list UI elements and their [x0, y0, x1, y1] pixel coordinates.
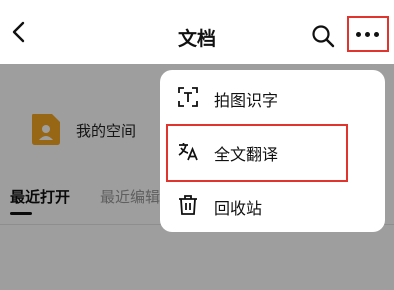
- menu-item-label: 回收站: [214, 199, 263, 218]
- more-dot: [365, 32, 370, 37]
- search-icon: [312, 25, 335, 48]
- trash-icon: [179, 195, 197, 215]
- more-dot: [374, 32, 379, 37]
- menu-item-label: 拍图识字: [214, 91, 279, 110]
- menu-item-trash[interactable]: 回收站: [160, 178, 385, 232]
- search-button[interactable]: [311, 24, 335, 48]
- scan-text-icon: [178, 87, 198, 107]
- more-button[interactable]: [347, 16, 389, 52]
- top-bar: 文档: [0, 0, 394, 64]
- menu-item-scan-text[interactable]: 拍图识字: [160, 70, 385, 124]
- more-horizontal-icon: [356, 32, 361, 37]
- highlight-box: [166, 124, 348, 182]
